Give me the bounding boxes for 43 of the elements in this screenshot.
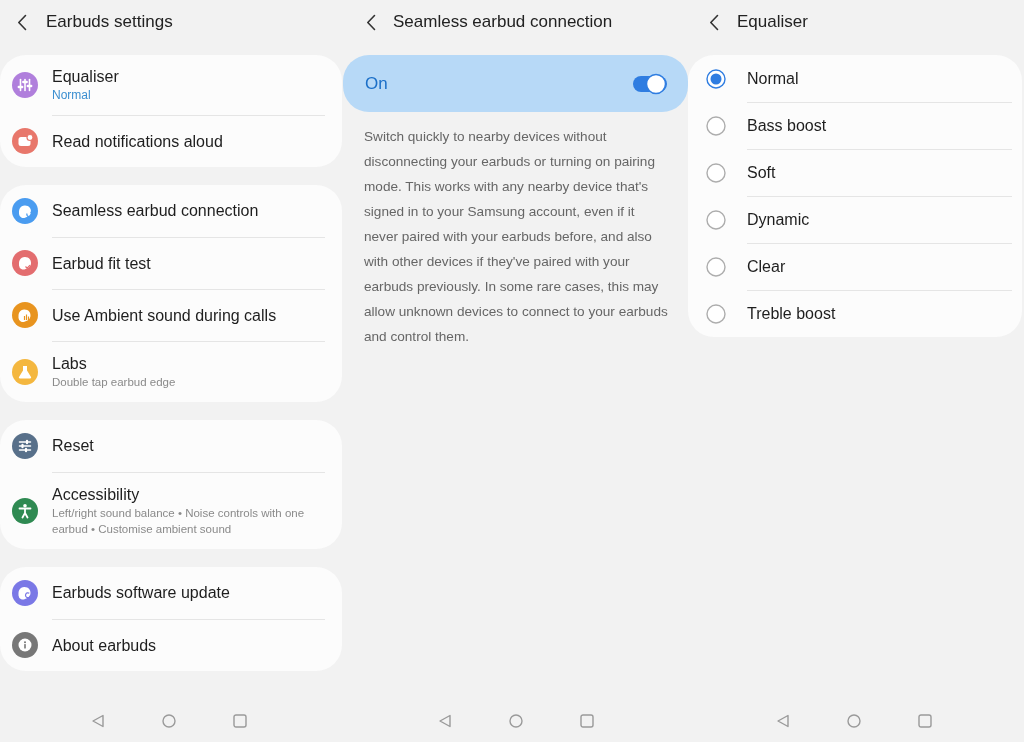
back-icon[interactable] bbox=[709, 13, 719, 31]
screen-title: Equaliser bbox=[737, 12, 808, 32]
back-nav-icon[interactable] bbox=[90, 714, 105, 728]
setting-value: Normal bbox=[52, 87, 91, 103]
option-label[interactable]: Bass boost bbox=[747, 117, 827, 135]
back-nav-icon[interactable] bbox=[437, 714, 452, 728]
recents-icon[interactable] bbox=[579, 714, 594, 728]
back-icon[interactable] bbox=[17, 13, 27, 31]
setting-summary: Double tap earbud edge bbox=[52, 375, 176, 390]
radio-button[interactable] bbox=[706, 303, 726, 324]
setting-label[interactable]: Use Ambient sound during calls bbox=[52, 305, 277, 326]
toggle-switch[interactable] bbox=[632, 72, 668, 95]
radio-button[interactable] bbox=[706, 256, 726, 277]
setting-label[interactable]: Accessibility bbox=[52, 485, 140, 505]
recents-icon[interactable] bbox=[232, 714, 247, 728]
option-label[interactable]: Treble boost bbox=[747, 305, 836, 323]
setting-summary: Left/right sound balance • Noise controls with one earbud • Customise ambient sound bbox=[52, 506, 306, 537]
radio-button[interactable] bbox=[706, 68, 726, 89]
setting-label[interactable]: Read notifications aloud bbox=[52, 131, 223, 152]
setting-label[interactable]: Labs bbox=[52, 354, 87, 374]
setting-label[interactable]: About earbuds bbox=[52, 635, 157, 656]
back-nav-icon[interactable] bbox=[776, 714, 790, 728]
recents-icon[interactable] bbox=[918, 714, 932, 728]
setting-label[interactable]: Seamless earbud connection bbox=[52, 201, 259, 221]
home-icon[interactable] bbox=[508, 714, 523, 728]
home-icon[interactable] bbox=[161, 714, 176, 728]
toggle-label: On bbox=[365, 73, 388, 94]
option-label[interactable]: Clear bbox=[747, 258, 786, 276]
setting-label[interactable]: Equaliser bbox=[52, 67, 119, 87]
setting-label[interactable]: Reset bbox=[52, 436, 94, 456]
home-icon[interactable] bbox=[847, 714, 861, 728]
option-label[interactable]: Soft bbox=[747, 164, 776, 182]
setting-label[interactable]: Earbud fit test bbox=[52, 253, 151, 274]
description-text: Switch quickly to nearby devices without disconnecting your earbuds or turning on pairing mode. This works with any nearby device that's signed in to your Samsung account, even if it never paired with your earbuds before, and also with other devices if they've paired with your earbuds previously. In some rare cases, this may allow unknown devices to connect to your earbuds and control them. bbox=[363, 128, 669, 346]
option-label[interactable]: Dynamic bbox=[747, 211, 810, 229]
back-icon[interactable] bbox=[366, 13, 376, 31]
option-label[interactable]: Normal bbox=[747, 69, 799, 88]
screen-title: Earbuds settings bbox=[46, 12, 173, 32]
setting-label[interactable]: Earbuds software update bbox=[52, 583, 230, 603]
screen-title: Seamless earbud connection bbox=[393, 12, 613, 32]
radio-button[interactable] bbox=[706, 162, 726, 183]
radio-button[interactable] bbox=[706, 209, 726, 230]
radio-button[interactable] bbox=[706, 115, 726, 136]
